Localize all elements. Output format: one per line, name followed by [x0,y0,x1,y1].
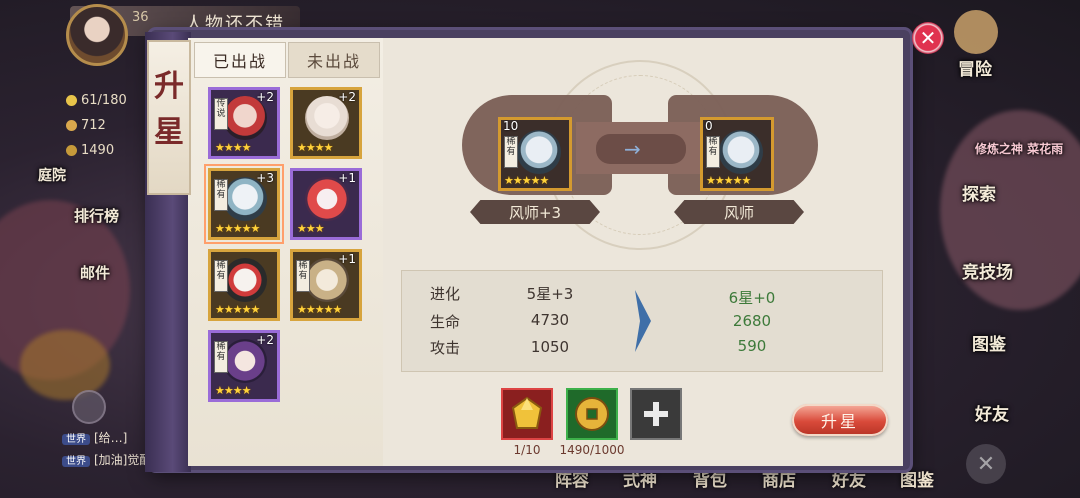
coin-icon [66,145,77,156]
stat-new-evolution: 6星+0 [728,289,776,307]
shikigami-portrait-face [517,130,561,174]
card-stars: ★★★★ [297,141,333,154]
stat-new-hp: 2680 [732,312,772,330]
shikigami-card-selected[interactable]: 稀有 +3 ★★★★★ [204,164,284,244]
rarity-tag: 稀有 [504,136,518,168]
shikigami-portrait [223,258,267,302]
gold-gem-icon [511,396,543,429]
resource-stamina: 61/180 [66,93,127,108]
rarity-tag: 稀有 [214,260,228,292]
card-plus-level: +1 [338,171,356,185]
corner-close-icon[interactable]: ✕ [966,444,1006,484]
right-notice: 修炼之神 菜花雨 [975,142,1064,156]
shikigami-card[interactable]: 稀有 +1 ★★★★★ [290,249,362,321]
stat-current-evolution: 5星+3 [526,285,574,303]
card-stars: ★★★★★ [215,222,260,235]
result-name-plate: 风师 [674,200,804,224]
side-button-friends[interactable]: 好友 [975,400,1009,425]
side-button-ranking[interactable]: 排行榜 [74,205,119,226]
menu-icon[interactable] [72,390,106,424]
rarity-tag: 稀有 [296,260,310,292]
card-stars: ★★★ [297,222,325,235]
rarity-tag: 稀有 [214,341,228,373]
current-shikigami-portrait: 10 稀有 ★★★★★ [498,117,572,191]
stat-new-attack: 590 [737,337,767,355]
adventure-icon [954,10,998,54]
stat-label-evolution: 进化 [430,285,461,303]
card-plus-level: +3 [256,171,274,185]
result-stars: ★★★★★ [706,174,751,187]
side-button-explore[interactable]: 探索 [962,180,996,205]
upgrade-bridge-slot [596,134,686,164]
plus-icon [644,402,668,426]
tab-undeployed[interactable]: 未出战 [288,42,380,78]
panel-title-banner: 升星 [147,40,191,195]
stat-current-attack: 1050 [530,338,570,356]
side-button-courtyard[interactable]: 庭院 [38,165,66,185]
chat-text: [给…] [94,431,128,445]
bg-lantern [20,330,110,400]
jade-icon [66,120,77,131]
shikigami-portrait-face [719,130,763,174]
card-stars: ★★★★ [215,141,251,154]
material-slot-coin[interactable] [566,388,618,440]
add-material-button[interactable] [630,388,682,440]
chat-channel-tag: 世界 [62,456,90,467]
resource-coin: 1490 [66,143,114,158]
shikigami-card[interactable]: 传说 +2 ★★★★ [208,87,280,159]
panel-title: 升星 [154,69,184,150]
stat-current-hp: 4730 [530,311,570,329]
result-shikigami-portrait: 0 稀有 ★★★★★ [700,117,774,191]
player-level: 36 [132,10,149,25]
material-gem-count: 1/10 [513,443,541,457]
chevron-right-icon [635,290,651,352]
side-button-arena[interactable]: 竞技场 [962,258,1013,283]
card-plus-level: +2 [256,333,274,347]
player-avatar[interactable] [66,4,128,66]
card-plus-level: +2 [338,90,356,104]
rarity-tag: 稀有 [706,136,720,168]
side-button-encyclopedia[interactable]: 图鉴 [972,330,1006,355]
shikigami-card[interactable]: 稀有 ★★★★★ [208,249,280,321]
close-icon[interactable]: ✕ [912,22,944,54]
stat-label-hp: 生命 [430,313,461,331]
chat-channel-tag: 世界 [62,434,90,445]
upgrade-star-button[interactable]: 升星 [792,404,888,436]
rarity-tag: 稀有 [214,179,228,211]
jade-value: 712 [81,118,106,133]
material-coin-count: 1490/1000 [559,443,625,457]
current-level: 10 [503,119,519,133]
card-stars: ★★★★ [215,384,251,397]
arrow-right-icon: → [624,137,641,161]
material-slot-gem[interactable] [501,388,553,440]
stat-label-attack: 攻击 [430,339,461,357]
side-button-adventure[interactable]: 冒险 [958,55,992,80]
stamina-value: 61/180 [81,93,127,108]
rarity-tag: 传说 [214,98,228,130]
shikigami-card[interactable]: 稀有 +2 ★★★★ [208,330,280,402]
gold-coin-icon [575,397,609,431]
shikigami-card[interactable]: +2 ★★★★ [290,87,362,159]
shikigami-card[interactable]: +1 ★★★ [290,168,362,240]
result-level: 0 [705,119,713,133]
side-button-mail[interactable]: 邮件 [80,262,110,283]
current-stars: ★★★★★ [504,174,549,187]
card-plus-level: +2 [256,90,274,104]
current-name-plate: 风师+3 [470,200,600,224]
tab-deployed[interactable]: 已出战 [194,42,286,78]
card-stars: ★★★★★ [215,303,260,316]
coin-value: 1490 [81,143,115,158]
card-stars: ★★★★★ [297,303,342,316]
stamina-icon [66,95,77,106]
resource-jade: 712 [66,118,106,133]
card-plus-level: +1 [338,252,356,266]
